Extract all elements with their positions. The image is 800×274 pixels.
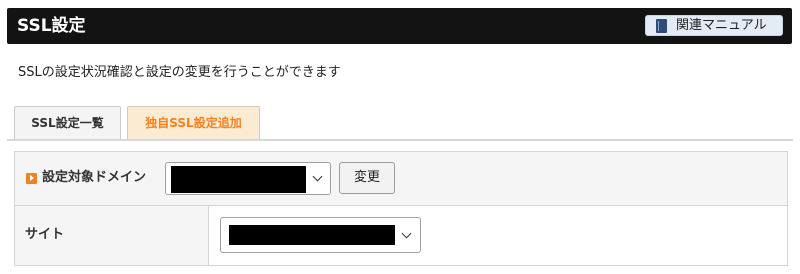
page-header: SSL設定 関連マニュアル: [7, 8, 792, 44]
ssl-form-table: 設定対象ドメイン 変更 サイト: [14, 151, 788, 266]
change-button[interactable]: 変更: [339, 162, 395, 194]
tab-add-custom-ssl[interactable]: 独自SSL設定追加: [127, 106, 260, 139]
chevron-down-icon: [401, 228, 412, 239]
site-label-cell: サイト: [15, 206, 209, 265]
page-title: SSL設定: [17, 16, 86, 36]
related-manual-label: 関連マニュアル: [676, 18, 767, 33]
orange-arrow-icon: [26, 173, 37, 184]
page-description: SSLの設定状況確認と設定の変更を行うことができます: [18, 65, 341, 80]
domain-label: 設定対象ドメイン: [42, 170, 147, 185]
chevron-down-icon: [312, 171, 323, 182]
redacted-site-value: [229, 225, 395, 245]
site-row: サイト: [15, 206, 787, 265]
site-select[interactable]: [220, 217, 421, 253]
tab-divider: [7, 139, 793, 141]
site-label: サイト: [25, 227, 65, 242]
book-icon: [656, 19, 667, 33]
related-manual-button[interactable]: 関連マニュアル: [645, 15, 783, 36]
domain-row: 設定対象ドメイン 変更: [15, 152, 787, 206]
domain-select[interactable]: [165, 162, 331, 195]
redacted-domain-value: [171, 166, 306, 193]
tab-ssl-list[interactable]: SSL設定一覧: [14, 106, 121, 139]
